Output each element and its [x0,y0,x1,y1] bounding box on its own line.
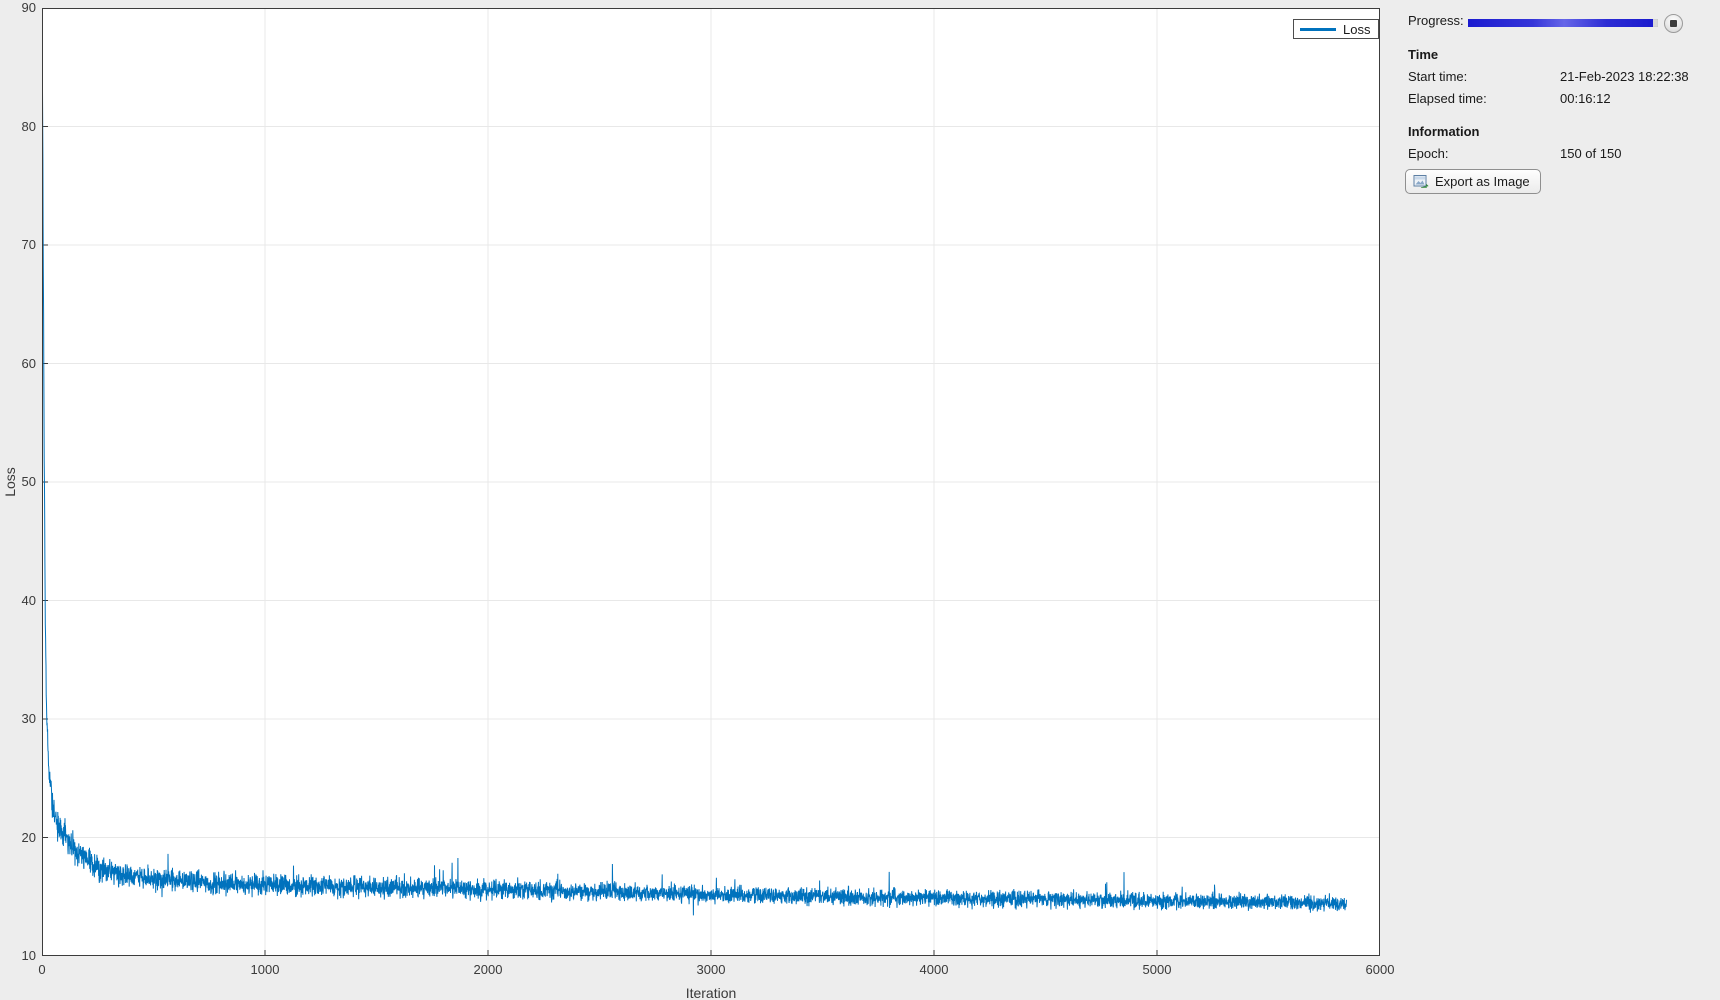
export-image-icon [1413,174,1429,188]
stop-icon [1670,20,1677,27]
y-tick-label: 60 [21,355,36,371]
y-tick-label: 30 [21,711,36,726]
start-time-value: 21-Feb-2023 18:22:38 [1560,69,1689,84]
progress-bar-fill [1468,19,1654,27]
training-info-panel: Progress: Time Start time: 21-Feb-2023 1… [1390,0,1720,1000]
training-progress-window: 10 20 30 40 50 60 70 80 90 0 1000 2000 3000 4000 5000 6… [0,0,1720,1000]
progress-bar [1468,19,1658,27]
export-button-label: Export as Image [1435,174,1530,189]
y-axis-label: Loss [2,467,18,497]
x-tick-label: 4000 [919,962,949,977]
epoch-label: Epoch: [1408,146,1449,161]
stop-button[interactable] [1664,14,1683,33]
y-tick-label: 10 [21,948,36,963]
x-tick-label: 0 [38,962,46,977]
y-tick-label: 20 [21,829,36,845]
legend-label: Loss [1343,21,1371,37]
elapsed-time-label: Elapsed time: [1408,91,1487,106]
y-tick-label: 70 [21,237,36,252]
progress-label: Progress: [1408,13,1464,28]
information-section-heading: Information [1408,124,1480,139]
y-tick-label: 40 [21,592,36,608]
elapsed-time-value: 00:16:12 [1560,91,1611,106]
x-tick-label: 5000 [1142,962,1172,977]
x-tick-label: 3000 [696,962,726,977]
time-section-heading: Time [1408,47,1439,62]
legend-line-sample [1300,27,1336,31]
legend: Loss [1293,19,1380,39]
start-time-label: Start time: [1408,69,1468,84]
y-tick-label: 90 [21,0,36,15]
x-tick-label: 1000 [250,962,280,977]
epoch-value: 150 of 150 [1560,146,1622,161]
loss-chart [42,8,1380,956]
export-as-image-button[interactable]: Export as Image [1405,169,1541,194]
y-tick-label: 80 [21,118,36,134]
x-axis-label: Iteration [685,985,737,1000]
x-tick-label: 2000 [473,962,503,977]
